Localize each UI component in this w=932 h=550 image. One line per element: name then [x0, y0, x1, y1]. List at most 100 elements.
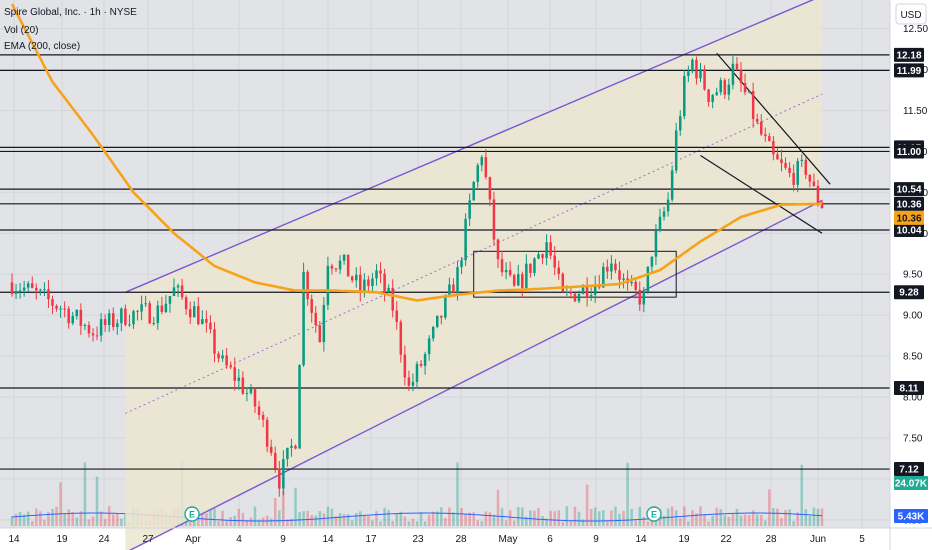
candle-body: [306, 271, 309, 300]
volume-bar: [95, 476, 99, 526]
volume-bar: [269, 518, 273, 526]
volume-bar: [577, 511, 581, 526]
x-tick-label: 22: [720, 534, 732, 545]
volume-bar: [346, 514, 350, 526]
candle-body: [610, 263, 613, 272]
candle-body: [334, 268, 338, 270]
candle-body: [456, 267, 459, 294]
volume-bar: [407, 521, 411, 526]
candle: [683, 70, 686, 120]
candle-body: [755, 119, 759, 122]
volume-bar: [395, 513, 399, 526]
volume-bar: [642, 516, 646, 526]
volume-bar: [581, 519, 585, 526]
candle-body: [346, 254, 350, 277]
candle: [435, 315, 439, 329]
candle-body: [577, 293, 581, 302]
volume-bar: [30, 521, 34, 526]
candle-body: [120, 308, 123, 324]
candle-body: [269, 446, 273, 453]
volume-bar: [812, 507, 816, 526]
volume-bar: [638, 506, 642, 526]
volume-bar: [456, 462, 459, 526]
candle: [573, 293, 577, 303]
volume-bar: [800, 464, 804, 526]
candle-body: [71, 315, 75, 324]
legend-volume[interactable]: Vol (20): [4, 25, 38, 36]
volume-bar: [403, 516, 407, 526]
level-label: 12.18: [896, 50, 921, 61]
volume-bar: [18, 512, 22, 526]
candle-body: [533, 258, 536, 273]
candle: [444, 294, 447, 320]
candle-body: [39, 289, 42, 291]
candle-body: [448, 284, 451, 296]
candle-body: [508, 269, 512, 276]
currency-button[interactable]: USD: [895, 3, 927, 25]
level-badge: 10.36: [894, 196, 924, 211]
volume-bar: [492, 514, 496, 526]
candle-body: [529, 263, 532, 273]
candle-body: [427, 338, 431, 355]
volume-bar: [14, 513, 18, 526]
candle-body: [395, 310, 399, 322]
candle-body: [30, 283, 34, 288]
candle-body: [618, 270, 621, 280]
candle-body: [419, 363, 423, 366]
level-badge: 11.99: [894, 63, 924, 78]
volume-bar: [338, 513, 342, 526]
x-tick-label: Apr: [185, 534, 201, 545]
candle-body: [711, 94, 714, 103]
volume-bar: [452, 512, 455, 526]
volume-last-label: 24.07K: [895, 479, 928, 490]
candle-body: [666, 199, 670, 212]
candle-body: [51, 299, 54, 306]
volume-bar: [359, 511, 362, 526]
candle-body: [812, 181, 816, 186]
candle-body: [407, 377, 411, 386]
candle-body: [816, 185, 820, 203]
price-chart[interactable]: 12.5012.0011.5011.0010.5010.009.509.008.…: [0, 0, 932, 550]
y-tick-label: 11.50: [903, 106, 928, 117]
candle-body: [164, 303, 168, 312]
volume-ma-label: 5.43K: [898, 512, 925, 523]
candle-body: [225, 355, 228, 366]
volume-bar: [261, 517, 265, 526]
candle-body: [79, 309, 83, 326]
candle-body: [265, 419, 269, 447]
candle: [148, 300, 151, 325]
candle-body: [99, 319, 103, 336]
candle-body: [468, 200, 471, 219]
legend-symbol[interactable]: Spire Global, Inc. · 1h · NYSE: [4, 7, 137, 18]
level-label: 11.99: [897, 66, 922, 77]
candle: [691, 58, 694, 74]
candle-body: [294, 445, 297, 449]
volume-bar: [739, 515, 743, 526]
volume-bar: [573, 506, 577, 526]
level-label: 10.04: [896, 226, 921, 237]
volume-bar: [391, 520, 394, 526]
volume-bar: [213, 508, 216, 526]
candle-body: [103, 319, 107, 326]
candle-body: [646, 266, 650, 292]
legend-ema[interactable]: EMA (200, close): [4, 41, 80, 52]
volume-bar: [484, 511, 488, 526]
candle-body: [800, 159, 804, 161]
candle-body: [557, 267, 561, 274]
volume-bar: [229, 516, 232, 526]
candle-body: [488, 177, 492, 200]
candle-body: [383, 273, 386, 293]
candle-body: [561, 273, 565, 292]
candle-body: [213, 329, 216, 354]
volume-bar: [670, 506, 674, 526]
candle: [346, 254, 350, 277]
candle-body: [545, 242, 548, 259]
candle-body: [172, 287, 176, 296]
volume-bar: [715, 507, 718, 526]
candle-body: [144, 303, 147, 305]
volume-bar: [423, 521, 427, 526]
candle-body: [723, 80, 727, 95]
volume-bar: [448, 507, 451, 526]
candle-body: [375, 270, 378, 279]
volume-bar: [678, 517, 682, 526]
